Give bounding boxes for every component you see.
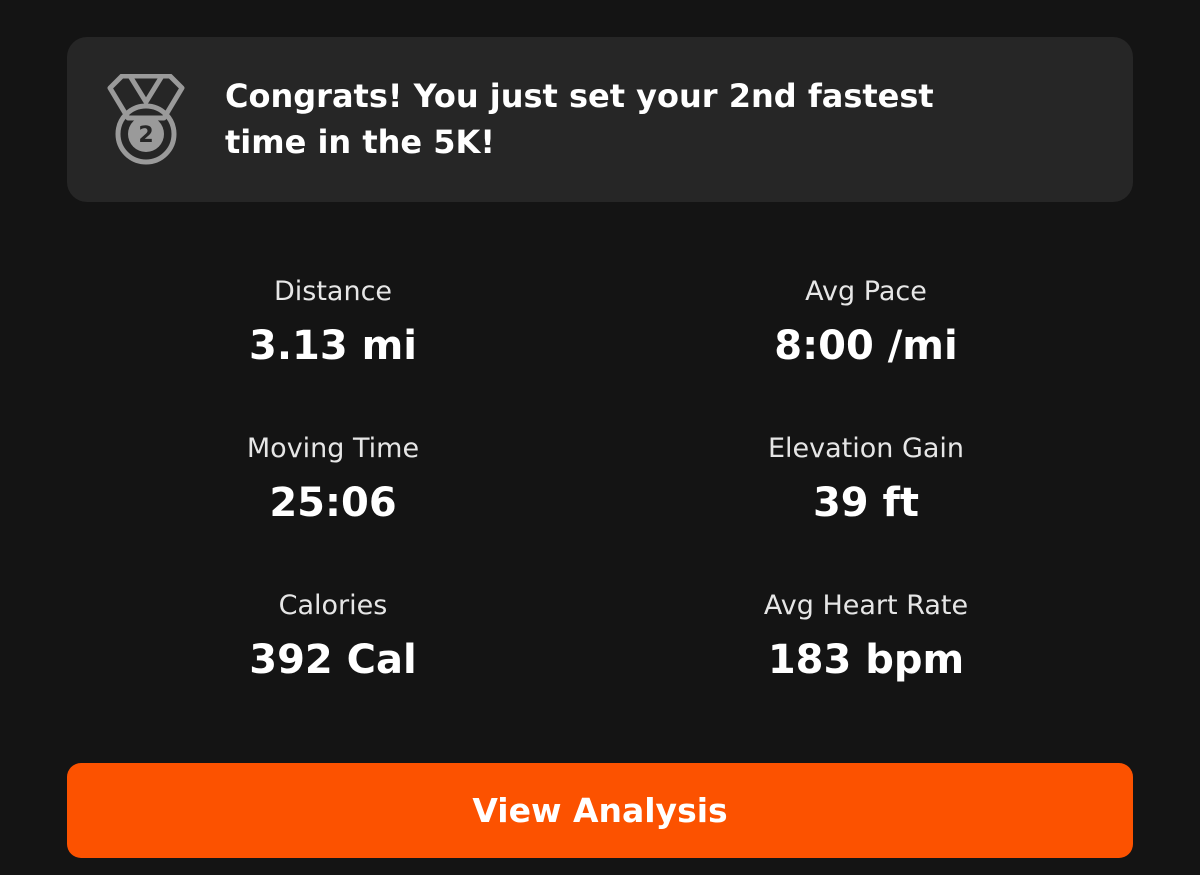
stat-label: Moving Time bbox=[246, 433, 420, 464]
stats-grid: Distance 3.13 mi Avg Pace 8:00 /mi Movin… bbox=[67, 260, 1133, 720]
stat-label: Elevation Gain bbox=[767, 433, 965, 464]
stat-avg-pace: Avg Pace 8:00 /mi bbox=[666, 272, 1066, 374]
second-place-medal-icon: 2 bbox=[107, 74, 185, 165]
stat-label: Calories bbox=[278, 590, 388, 621]
activity-summary: 2 Congrats! You just set your 2nd fastes… bbox=[0, 0, 1200, 875]
stat-value: 39 ft bbox=[812, 480, 920, 526]
stat-label: Avg Pace bbox=[805, 276, 927, 307]
stat-moving-time: Moving Time 25:06 bbox=[133, 429, 533, 531]
stat-distance: Distance 3.13 mi bbox=[133, 272, 533, 374]
view-analysis-button[interactable]: View Analysis bbox=[67, 763, 1133, 858]
stat-value: 3.13 mi bbox=[248, 323, 417, 369]
medal-rank: 2 bbox=[138, 123, 153, 148]
stat-calories: Calories 392 Cal bbox=[133, 586, 533, 688]
stat-label: Distance bbox=[273, 276, 393, 307]
stat-value: 392 Cal bbox=[249, 637, 417, 683]
stat-elevation-gain: Elevation Gain 39 ft bbox=[666, 429, 1066, 531]
stat-value: 8:00 /mi bbox=[774, 323, 958, 369]
stat-value: 183 bpm bbox=[767, 637, 965, 683]
stat-value: 25:06 bbox=[269, 480, 397, 526]
achievement-message: Congrats! You just set your 2nd fastest … bbox=[225, 77, 934, 161]
stat-avg-heart-rate: Avg Heart Rate 183 bpm bbox=[666, 586, 1066, 688]
stat-label: Avg Heart Rate bbox=[763, 590, 969, 621]
